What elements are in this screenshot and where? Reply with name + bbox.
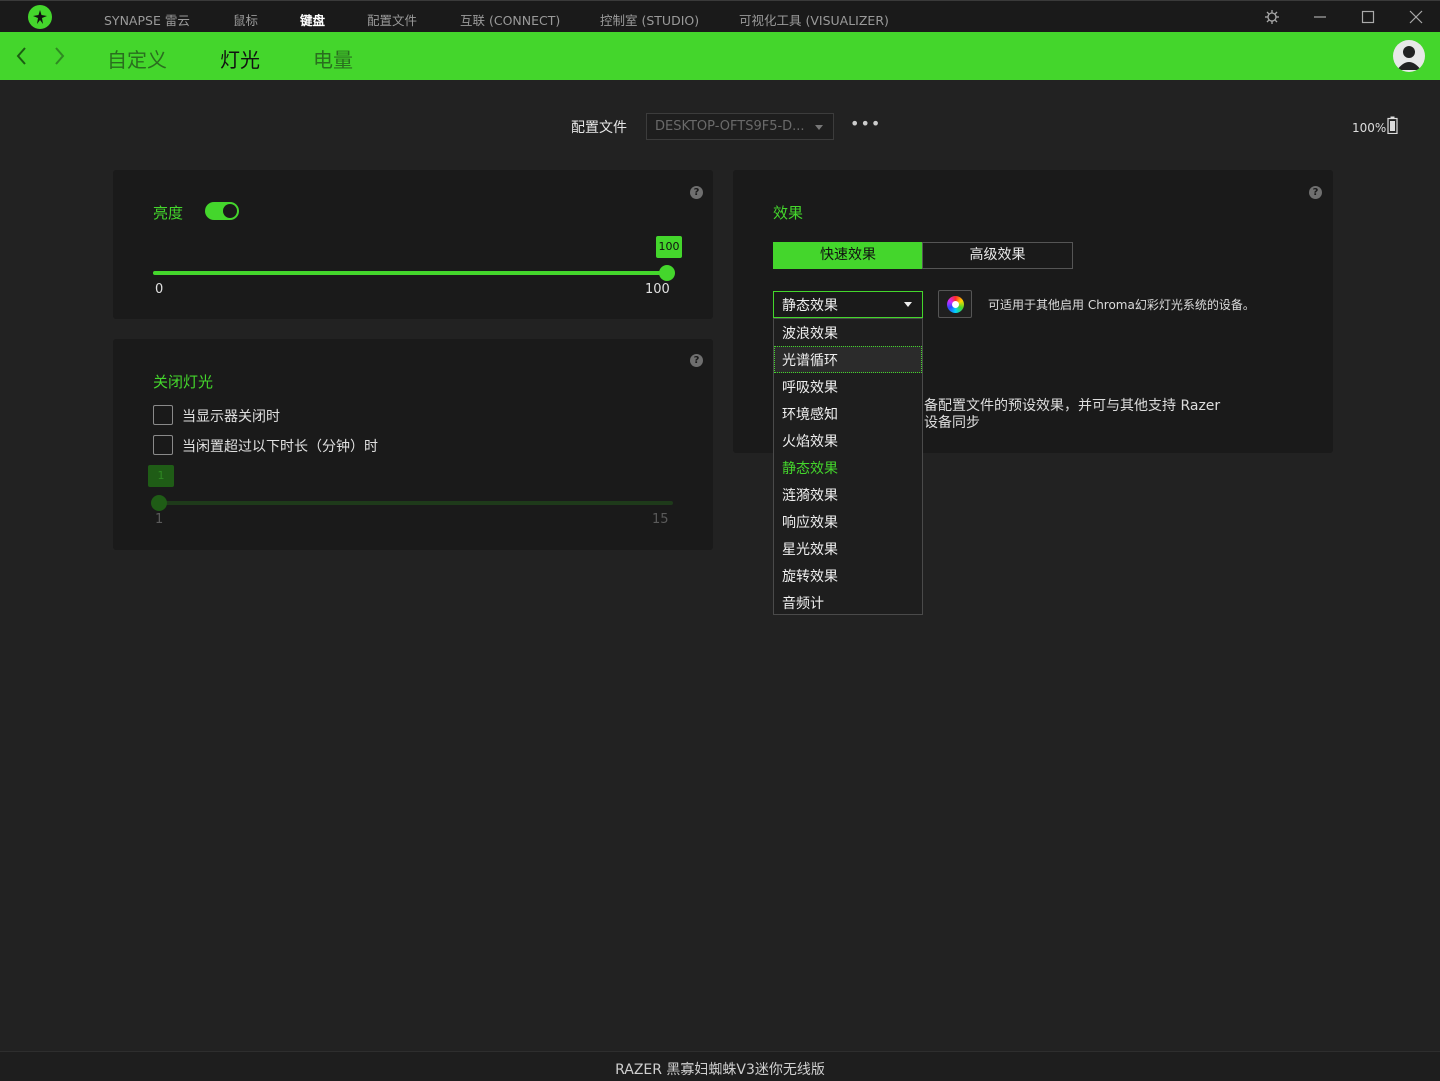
- lights-off-title: 关闭灯光: [153, 373, 214, 391]
- profile-dropdown[interactable]: DESKTOP-OFTS9F5-D...: [646, 113, 834, 140]
- effect-description: 备配置文件的预设效果，并可与其他支持 Razer 设备同步: [924, 398, 1220, 432]
- chevron-down-icon: [904, 302, 912, 307]
- effect-dropdown[interactable]: 静态效果: [773, 291, 923, 318]
- effect-description-line2: 设备同步: [924, 415, 980, 431]
- tab-quick-effects[interactable]: 快速效果: [773, 242, 923, 269]
- topnav-synapse[interactable]: SYNAPSE 雷云: [104, 10, 190, 29]
- title-bar: SYNAPSE 雷云 鼠标 键盘 配置文件 互联 (CONNECT) 控制室 (…: [0, 0, 1440, 32]
- color-wheel-icon: [947, 296, 964, 313]
- tab-customize[interactable]: 自定义: [107, 44, 167, 73]
- battery-percent: 100%: [1352, 121, 1387, 135]
- idle-max-label: 15: [652, 512, 669, 527]
- display-off-label: 当显示器关闭时: [182, 409, 280, 425]
- effect-option-ambient[interactable]: 环境感知: [774, 400, 922, 427]
- effect-option-wave[interactable]: 波浪效果: [774, 319, 922, 346]
- effect-option-fire[interactable]: 火焰效果: [774, 427, 922, 454]
- effect-dropdown-value: 静态效果: [782, 298, 838, 314]
- brightness-title: 亮度: [153, 204, 184, 222]
- idle-timeout-label: 当闲置超过以下时长（分钟）时: [182, 439, 378, 455]
- settings-gear-icon[interactable]: [1262, 7, 1282, 27]
- footer: RAZER 黑寡妇蜘蛛V3迷你无线版: [0, 1051, 1440, 1081]
- effect-option-reactive[interactable]: 响应效果: [774, 508, 922, 535]
- device-name: RAZER 黑寡妇蜘蛛V3迷你无线版: [615, 1062, 825, 1078]
- help-icon[interactable]: ?: [1309, 186, 1322, 199]
- effect-option-ripple[interactable]: 涟漪效果: [774, 481, 922, 508]
- battery-icon: [1387, 116, 1398, 135]
- topnav-studio[interactable]: 控制室 (STUDIO): [600, 10, 699, 29]
- idle-slider: [153, 501, 673, 505]
- topnav-keyboard[interactable]: 键盘: [300, 10, 325, 29]
- forward-arrow-icon[interactable]: [49, 44, 69, 68]
- idle-slider-thumb: [151, 495, 167, 511]
- chroma-note: 可适用于其他启用 Chroma幻彩灯光系统的设备。: [988, 298, 1255, 312]
- brightness-min-label: 0: [155, 282, 164, 297]
- help-icon[interactable]: ?: [690, 354, 703, 367]
- brightness-value-badge: 100: [656, 236, 682, 258]
- tab-lighting[interactable]: 灯光: [220, 44, 260, 73]
- idle-value-badge: 1: [148, 465, 174, 487]
- brightness-slider[interactable]: [153, 271, 667, 275]
- effect-option-breathing[interactable]: 呼吸效果: [774, 373, 922, 400]
- brightness-max-label: 100: [645, 282, 670, 297]
- tab-advanced-effects[interactable]: 高级效果: [922, 242, 1073, 269]
- effect-option-static[interactable]: 静态效果: [774, 454, 922, 481]
- brightness-toggle[interactable]: [205, 202, 239, 220]
- profile-label: 配置文件: [571, 120, 627, 136]
- minimize-icon[interactable]: [1310, 7, 1330, 27]
- effect-dropdown-list: 波浪效果 光谱循环 呼吸效果 环境感知 火焰效果 静态效果 涟漪效果 响应效果 …: [773, 318, 923, 615]
- effect-title: 效果: [773, 204, 804, 222]
- profile-dropdown-value: DESKTOP-OFTS9F5-D...: [655, 119, 805, 134]
- user-avatar-icon[interactable]: [1393, 40, 1425, 72]
- maximize-icon[interactable]: [1358, 7, 1378, 27]
- effect-description-line1: 备配置文件的预设效果，并可与其他支持 Razer: [924, 398, 1221, 414]
- brightness-slider-thumb[interactable]: [659, 265, 675, 281]
- effect-option-audio-meter[interactable]: 音频计: [774, 589, 922, 616]
- help-icon[interactable]: ?: [690, 186, 703, 199]
- razer-logo-icon[interactable]: [28, 5, 52, 29]
- tab-power[interactable]: 电量: [313, 44, 353, 73]
- topnav-mouse[interactable]: 鼠标: [233, 10, 258, 29]
- toggle-knob: [223, 204, 237, 218]
- sub-navigation: 自定义 灯光 电量: [0, 32, 1440, 80]
- effect-option-spectrum[interactable]: 光谱循环: [774, 346, 922, 373]
- lights-off-panel: ? 关闭灯光 当显示器关闭时 当闲置超过以下时长（分钟）时 1 1 15: [113, 339, 713, 550]
- brightness-slider-fill: [153, 271, 667, 275]
- display-off-checkbox[interactable]: [153, 405, 173, 425]
- back-arrow-icon[interactable]: [12, 44, 32, 68]
- idle-min-label: 1: [155, 512, 164, 527]
- idle-timeout-checkbox[interactable]: [153, 435, 173, 455]
- effect-option-wheel[interactable]: 旋转效果: [774, 562, 922, 589]
- topnav-profiles[interactable]: 配置文件: [367, 10, 417, 29]
- brightness-panel: ? 亮度 100 0 100: [113, 170, 713, 319]
- more-options-button[interactable]: •••: [850, 116, 880, 133]
- color-picker-button[interactable]: [938, 290, 972, 318]
- close-icon[interactable]: [1406, 7, 1426, 27]
- effect-option-starlight[interactable]: 星光效果: [774, 535, 922, 562]
- topnav-connect[interactable]: 互联 (CONNECT): [460, 10, 560, 29]
- topnav-visualizer[interactable]: 可视化工具 (VISUALIZER): [739, 10, 889, 29]
- chevron-down-icon: [815, 125, 823, 130]
